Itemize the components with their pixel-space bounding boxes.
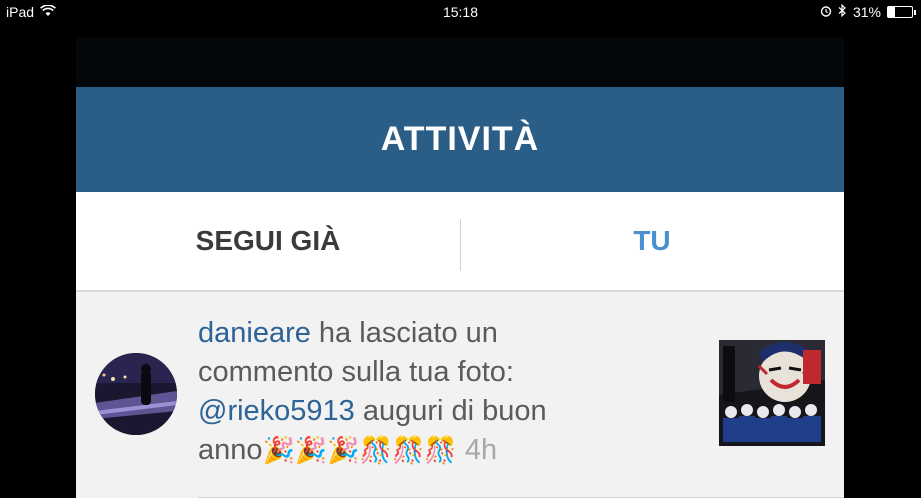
- tab-following[interactable]: SEGUI GIÀ: [76, 192, 460, 290]
- post-thumbnail[interactable]: [719, 340, 825, 446]
- activity-text: danieare ha lasciato un commento sulla t…: [198, 314, 618, 470]
- avatar[interactable]: [95, 353, 177, 435]
- status-right: 31%: [820, 3, 916, 20]
- page-title: ATTIVITÀ: [380, 120, 540, 158]
- activity-item[interactable]: danieare ha lasciato un commento sulla t…: [76, 292, 844, 498]
- battery-level: [888, 7, 896, 17]
- status-bar: iPad 15:18 31%: [0, 0, 921, 26]
- username-link[interactable]: danieare: [198, 317, 311, 349]
- top-bar: [76, 38, 844, 87]
- mention-link[interactable]: @rieko5913: [198, 395, 355, 427]
- status-time: 15:18: [442, 4, 479, 20]
- bluetooth-icon: [838, 3, 847, 20]
- comment-emojis: 🎉🎉🎉🎊🎊🎊: [262, 435, 457, 465]
- tab-you[interactable]: TU: [460, 192, 844, 290]
- header: ATTIVITÀ: [76, 87, 844, 192]
- battery-percent: 31%: [852, 4, 881, 20]
- activity-time: 4h: [464, 434, 498, 466]
- activity-tabs: SEGUI GIÀ TU: [76, 192, 844, 292]
- activity-screen: ATTIVITÀ SEGUI GIÀ TU danieare ha lascia…: [76, 38, 844, 498]
- battery-icon: [887, 6, 916, 18]
- tab-divider: [460, 219, 461, 271]
- alarm-icon: [820, 4, 832, 20]
